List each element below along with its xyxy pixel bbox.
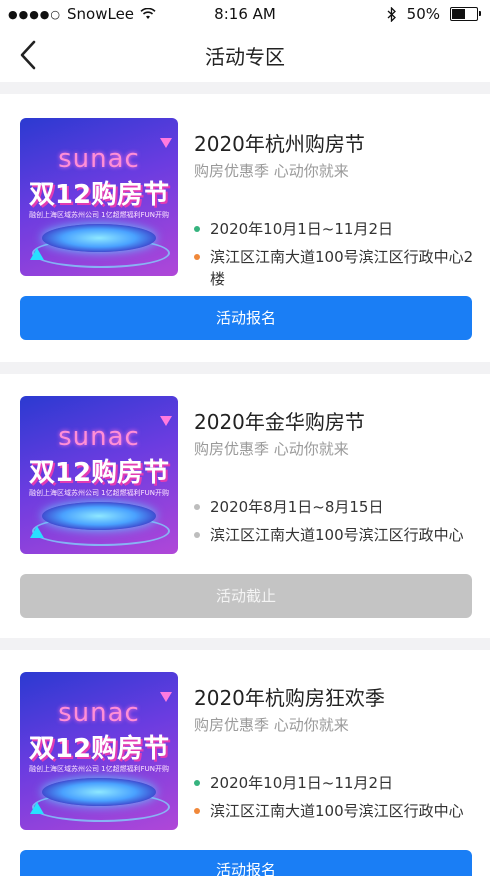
poster-stage <box>42 502 156 530</box>
navigation-bar: 活动专区 <box>0 28 490 82</box>
battery-level <box>452 9 465 19</box>
poster-tagline: 融创上海区域苏州公司 1亿超燃福利FUN开购 <box>28 211 170 219</box>
address-bullet-icon <box>194 532 200 538</box>
address-bullet-icon <box>194 254 200 260</box>
section-divider <box>0 638 490 650</box>
event-title: 2020年杭州购房节 <box>194 132 365 156</box>
poster-headline: 双12购房节 <box>28 458 170 488</box>
section-divider <box>0 82 490 94</box>
poster-headline: 双12购房节 <box>28 180 170 210</box>
register-button[interactable]: 活动报名 <box>20 296 472 340</box>
poster-tagline: 融创上海区域苏州公司 1亿超燃福利FUN开购 <box>28 489 170 497</box>
poster-tagline: 融创上海区域苏州公司 1亿超燃福利FUN开购 <box>28 765 170 773</box>
event-address-row: 滨江区江南大道100号滨江区行政中心 <box>194 524 476 546</box>
section-divider <box>0 362 490 374</box>
page-title: 活动专区 <box>205 45 285 69</box>
event-card: sunac 双12购房节 融创上海区域苏州公司 1亿超燃福利FUN开购 2020… <box>0 650 490 876</box>
event-title: 2020年金华购房节 <box>194 410 365 434</box>
event-poster-image[interactable]: sunac 双12购房节 融创上海区域苏州公司 1亿超燃福利FUN开购 <box>20 672 178 830</box>
event-subtitle: 购房优惠季 心动你就来 <box>194 440 349 458</box>
event-date-row: 2020年10月1日~11月2日 <box>194 218 476 240</box>
poster-stage <box>42 778 156 806</box>
event-address-row: 滨江区江南大道100号滨江区行政中心2楼 <box>194 246 476 290</box>
event-date: 2020年8月1日~8月15日 <box>210 498 384 516</box>
date-bullet-icon <box>194 226 200 232</box>
poster-headline: 双12购房节 <box>28 734 170 764</box>
event-poster-image[interactable]: sunac 双12购房节 融创上海区域苏州公司 1亿超燃福利FUN开购 <box>20 396 178 554</box>
poster-brand: sunac <box>58 698 140 728</box>
poster-brand: sunac <box>58 422 140 452</box>
event-card: sunac 双12购房节 融创上海区域苏州公司 1亿超燃福利FUN开购 2020… <box>0 94 490 350</box>
register-button[interactable]: 活动报名 <box>20 850 472 876</box>
event-address: 滨江区江南大道100号滨江区行政中心 <box>210 802 464 820</box>
poster-decoration <box>30 248 44 260</box>
ended-button[interactable]: 活动截止 <box>20 574 472 618</box>
event-subtitle: 购房优惠季 心动你就来 <box>194 716 349 734</box>
event-date: 2020年10月1日~11月2日 <box>210 220 394 238</box>
date-bullet-icon <box>194 780 200 786</box>
event-date-row: 2020年10月1日~11月2日 <box>194 772 476 794</box>
event-date-row: 2020年8月1日~8月15日 <box>194 496 476 518</box>
status-right-group: 50% <box>387 5 481 23</box>
event-address-row: 滨江区江南大道100号滨江区行政中心 <box>194 800 476 822</box>
poster-decoration <box>30 526 44 538</box>
poster-stage <box>42 224 156 252</box>
poster-decoration <box>30 802 44 814</box>
poster-brand: sunac <box>58 144 140 174</box>
date-bullet-icon <box>194 504 200 510</box>
event-subtitle: 购房优惠季 心动你就来 <box>194 162 349 180</box>
status-bar: ●●●●○ SnowLee 8:16 AM 50% <box>0 0 490 28</box>
event-address: 滨江区江南大道100号滨江区行政中心2楼 <box>210 248 474 288</box>
event-card: sunac 双12购房节 融创上海区域苏州公司 1亿超燃福利FUN开购 2020… <box>0 374 490 630</box>
battery-icon <box>450 7 481 21</box>
event-poster-image[interactable]: sunac 双12购房节 融创上海区域苏州公司 1亿超燃福利FUN开购 <box>20 118 178 276</box>
event-address: 滨江区江南大道100号滨江区行政中心 <box>210 526 464 544</box>
bluetooth-icon <box>387 6 396 22</box>
battery-percent: 50% <box>406 5 440 23</box>
event-title: 2020年杭购房狂欢季 <box>194 686 385 710</box>
event-date: 2020年10月1日~11月2日 <box>210 774 394 792</box>
address-bullet-icon <box>194 808 200 814</box>
